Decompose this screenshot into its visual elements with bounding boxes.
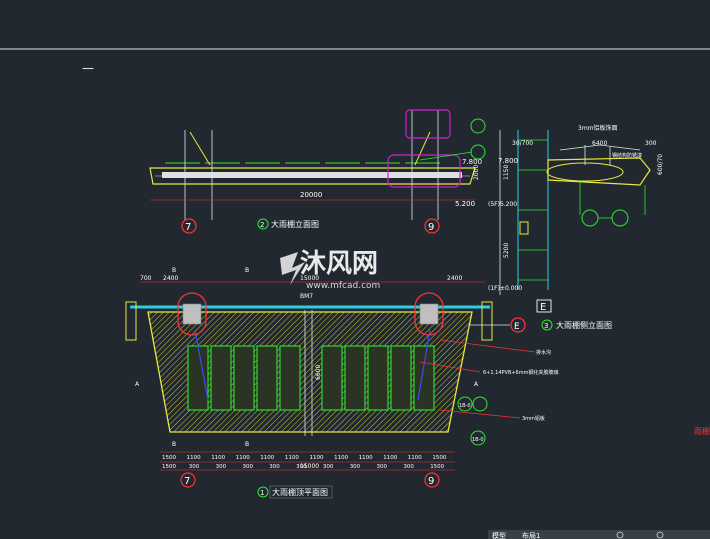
svg-text:3mm铝板: 3mm铝板 [522,415,545,422]
svg-text:300: 300 [645,140,657,147]
svg-text:沐风网: 沐风网 [300,249,378,279]
svg-text:大雨棚立面图: 大雨棚立面图 [271,219,319,229]
svg-text:7: 7 [185,222,191,233]
svg-text:30/700: 30/700 [512,140,533,147]
dimension-label: 1100 [408,455,422,461]
cad-drawing-canvas[interactable]: — 7.800 5.200 20000 2000 7 9 2 大雨棚立面图 3m… [0,0,710,539]
side-view: 3mm铝板饰面 6400 300 30/700 钢结构防锈漆 1150 5200… [488,124,664,331]
dimension-label: 1500 [162,464,176,470]
svg-text:雨棚: 雨棚 [694,426,710,436]
dimension-label: 1500 [430,464,444,470]
svg-text:6600: 6600 [315,365,322,380]
dimension-label: 300 [269,464,280,470]
svg-text:9: 9 [428,222,434,233]
svg-text:A: A [474,381,479,388]
svg-text:(1F)±0.000: (1F)±0.000 [488,285,522,292]
svg-text:E: E [514,322,520,332]
svg-text:大雨棚侧立面图: 大雨棚侧立面图 [556,320,612,330]
dimension-label: 1100 [334,455,348,461]
svg-text:3: 3 [544,322,548,330]
svg-text:排水沟: 排水沟 [536,349,551,356]
svg-text:B: B [245,267,249,274]
svg-text:1: 1 [260,489,264,497]
svg-text:www.mfcad.com: www.mfcad.com [306,281,380,291]
dimension-label: 300 [243,464,254,470]
svg-text:20000: 20000 [300,191,322,199]
svg-text:5.200: 5.200 [455,200,475,208]
svg-text:大雨棚顶平面图: 大雨棚顶平面图 [272,487,328,497]
svg-text:9: 9 [428,476,434,487]
bottom-dimensions: 1500 1100 1100 1100 1100 1100 1100 1100 1100 1100… [162,455,447,461]
svg-text:7.800: 7.800 [498,157,518,165]
svg-text:6400: 6400 [592,140,607,147]
svg-text:E: E [540,302,546,313]
dimension-label: 300 [403,464,414,470]
dimension-label: 1100 [187,455,201,461]
dimension-label: 300 [189,464,200,470]
dimension-label: 1100 [211,455,225,461]
status-model-tab[interactable]: 模型 [492,531,506,539]
svg-text:2: 2 [260,221,264,229]
svg-text:7: 7 [184,476,190,487]
plan-view: 700 2400 15000 2400 B B BM7 E 排水沟 6+1.14… [125,267,710,499]
dimension-label: 1100 [359,455,373,461]
status-layout-tab[interactable]: 布局1 [522,531,540,539]
dimension-label: 1100 [236,455,250,461]
dimension-label: 1100 [285,455,299,461]
svg-text:(5F)5.200: (5F)5.200 [488,201,517,208]
dimension-label: 1100 [260,455,274,461]
svg-text:BM7: BM7 [300,293,313,300]
dimension-label: 1500 [432,455,446,461]
svg-text:B: B [245,441,249,448]
dimension-label: 300 [350,464,361,470]
svg-text:700: 700 [140,275,152,282]
svg-text:6+1.14PVB+6mm钢化夹胶玻璃: 6+1.14PVB+6mm钢化夹胶玻璃 [483,369,558,376]
svg-text:3mm铝板饰面: 3mm铝板饰面 [578,124,618,132]
cursor-dash: — [82,61,94,75]
svg-text:2000: 2000 [473,165,480,180]
svg-text:1B-0: 1B-0 [459,403,471,409]
watermark-logo: 沐风网 www.mfcad.com [280,249,380,291]
dimension-label: 1500 [162,455,176,461]
dimension-label: 300 [216,464,227,470]
svg-text:B: B [172,267,176,274]
dimension-label: 1100 [310,455,324,461]
dimension-label: 1100 [383,455,397,461]
elevation-view: 7.800 5.200 20000 2000 7 9 2 大雨棚立面图 [149,109,486,234]
svg-text:1150: 1150 [503,165,510,180]
svg-text:2400: 2400 [447,275,462,282]
svg-text:B: B [172,441,176,448]
svg-text:15000: 15000 [300,463,319,470]
svg-text:5200: 5200 [503,243,510,258]
svg-text:钢结构防锈漆: 钢结构防锈漆 [612,152,642,159]
svg-text:1B-0: 1B-0 [472,437,484,443]
svg-text:A: A [135,381,140,388]
dimension-label: 300 [323,464,334,470]
svg-text:2400: 2400 [163,275,178,282]
dimension-label: 300 [377,464,388,470]
svg-text:600/70: 600/70 [657,154,664,175]
